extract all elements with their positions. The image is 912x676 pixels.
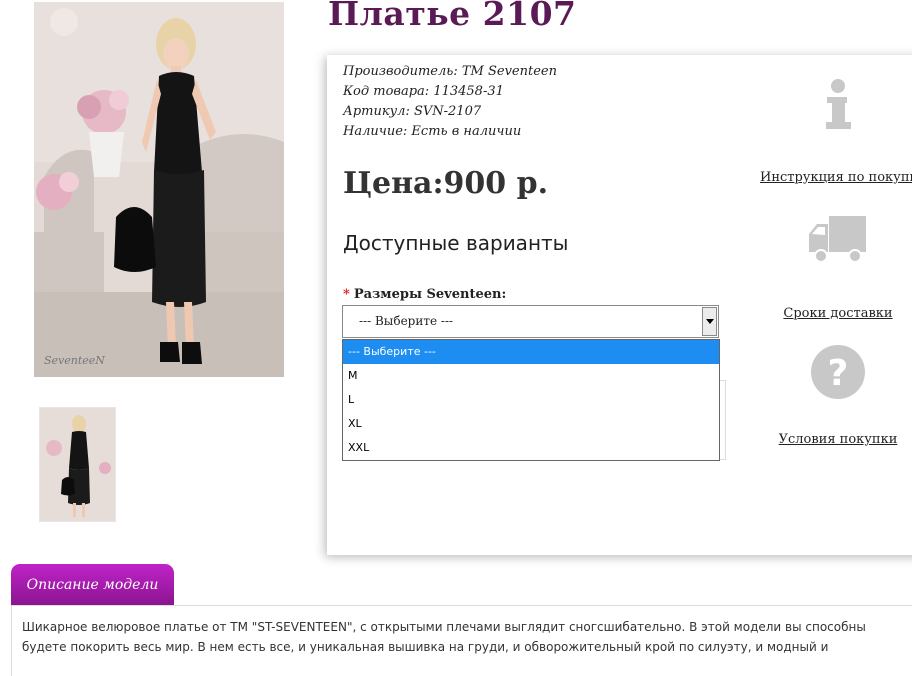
product-main-image[interactable]: SeventeeN: [34, 2, 284, 377]
required-mark: *: [343, 287, 350, 302]
size-option-l[interactable]: L: [343, 388, 719, 412]
sidebar-item-instructions[interactable]: Инструкция по покупке: [760, 78, 912, 185]
meta-label: Код товара:: [343, 84, 430, 99]
product-meta: Производитель: TM Seventeen Код товара: …: [343, 62, 557, 142]
meta-value: 113458-31: [433, 84, 504, 99]
meta-label: Производитель:: [343, 64, 458, 79]
delivery-link[interactable]: Сроки доставки: [783, 306, 892, 321]
meta-label: Наличие:: [343, 124, 408, 139]
size-label-text: Размеры Seventeen:: [353, 287, 507, 302]
tab-description[interactable]: Описание модели: [11, 564, 174, 605]
description-text: Шикарное велюровое платье от ТМ "ST-SEVE…: [22, 617, 912, 657]
meta-availability: Наличие: Есть в наличии: [343, 122, 557, 142]
question-icon: ?: [776, 344, 900, 400]
product-price: Цена:900 р.: [343, 166, 549, 201]
sidebar-item-terms[interactable]: ? Условия покупки: [776, 344, 900, 447]
size-option-placeholder[interactable]: --- Выберите ---: [343, 340, 719, 364]
description-line: Шикарное велюровое платье от ТМ "ST-SEVE…: [22, 620, 866, 634]
meta-value: TM Seventeen: [461, 64, 557, 79]
meta-value: SVN-2107: [413, 104, 482, 119]
chevron-down-icon: [705, 319, 714, 324]
description-line: будете покорить весь мир. В нем есть все…: [22, 640, 829, 654]
instructions-link[interactable]: Инструкция по покупке: [760, 170, 912, 185]
size-option-xxl[interactable]: XXL: [343, 436, 719, 460]
svg-text:?: ?: [828, 353, 849, 394]
meta-manufacturer: Производитель: TM Seventeen: [343, 62, 557, 82]
meta-product-code: Код товара: 113458-31: [343, 82, 557, 102]
thumbnail-illustration: [40, 408, 115, 521]
delivery-truck-icon: [776, 214, 900, 266]
dress-photo-illustration: SeventeeN: [34, 2, 284, 377]
size-select[interactable]: --- Выберите ---: [342, 305, 719, 338]
watermark-text: SeventeeN: [44, 354, 105, 367]
meta-label: Артикул:: [343, 104, 410, 119]
size-dropdown-list[interactable]: --- Выберите --- M L XL XXL: [342, 339, 720, 461]
dropdown-arrow-button[interactable]: [702, 307, 717, 336]
size-option-m[interactable]: M: [343, 364, 719, 388]
meta-article: Артикул: SVN-2107: [343, 102, 557, 122]
size-select-value: --- Выберите ---: [359, 314, 454, 328]
terms-link[interactable]: Условия покупки: [779, 432, 898, 447]
sidebar-item-delivery[interactable]: Сроки доставки: [776, 214, 900, 321]
meta-value: Есть в наличии: [411, 124, 522, 139]
size-label: * Размеры Seventeen:: [343, 287, 506, 302]
product-thumbnail[interactable]: [39, 407, 116, 522]
product-title: Платье 2107: [328, 0, 577, 33]
size-option-xl[interactable]: XL: [343, 412, 719, 436]
variants-heading: Доступные варианты: [343, 231, 569, 255]
info-icon: [760, 78, 912, 132]
